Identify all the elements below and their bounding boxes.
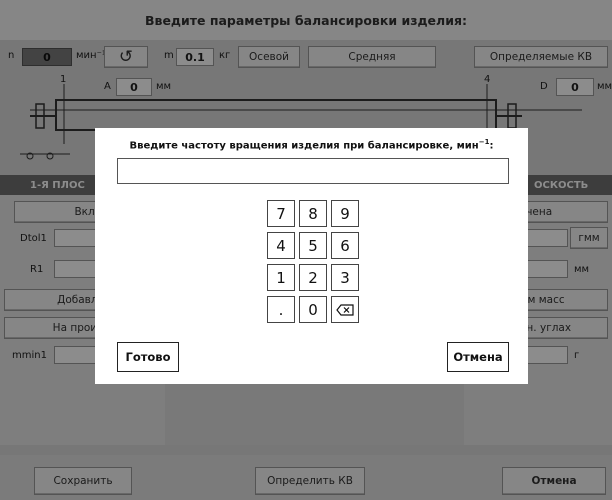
key-0[interactable]: 0	[299, 296, 327, 323]
key-9[interactable]: 9	[331, 200, 359, 227]
key-2[interactable]: 2	[299, 264, 327, 291]
key-7[interactable]: 7	[267, 200, 295, 227]
backspace-icon	[336, 303, 354, 316]
dialog-prompt-sup: −1	[478, 138, 490, 146]
dialog-cancel-label: Отмена	[453, 350, 503, 364]
frequency-input-dialog: Введите частоту вращения изделия при бал…	[95, 128, 528, 384]
key-1[interactable]: 1	[267, 264, 295, 291]
key-dot[interactable]: .	[267, 296, 295, 323]
key-6[interactable]: 6	[331, 232, 359, 259]
dialog-prompt: Введите частоту вращения изделия при бал…	[95, 138, 528, 151]
dialog-cancel-button[interactable]: Отмена	[447, 342, 509, 372]
key-4[interactable]: 4	[267, 232, 295, 259]
frequency-input[interactable]	[117, 158, 509, 184]
dialog-prompt-suffix: :	[489, 140, 494, 152]
done-button-label: Готово	[125, 350, 171, 364]
key-8[interactable]: 8	[299, 200, 327, 227]
key-5[interactable]: 5	[299, 232, 327, 259]
key-3[interactable]: 3	[331, 264, 359, 291]
backspace-key[interactable]	[331, 296, 359, 323]
done-button[interactable]: Готово	[117, 342, 179, 372]
dialog-prompt-text: Введите частоту вращения изделия при бал…	[129, 140, 479, 152]
